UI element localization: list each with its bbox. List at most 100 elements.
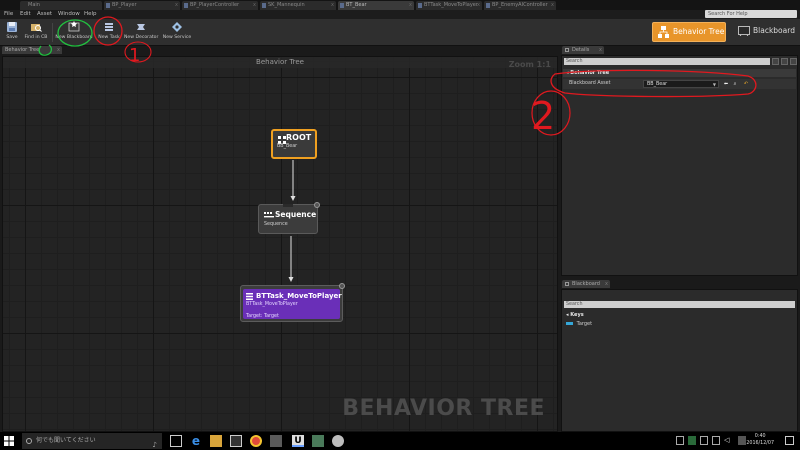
node-index-badge <box>339 283 345 289</box>
find-in-cb-button[interactable]: Find in CB <box>24 21 48 45</box>
save-label: Save <box>6 35 18 40</box>
category-label: Keys <box>570 312 584 318</box>
tray-icon[interactable] <box>676 436 684 445</box>
close-icon[interactable]: x <box>253 1 256 10</box>
tab-bp-player[interactable]: BP_Player x <box>104 1 180 10</box>
property-label: Blackboard Asset <box>569 81 611 86</box>
network-icon[interactable] <box>712 436 720 445</box>
menu-asset[interactable]: Asset <box>37 11 52 18</box>
reset-icon[interactable]: ↶ <box>743 81 749 87</box>
tab-bt-bear[interactable]: BT_Bear x <box>338 1 414 10</box>
blackboard-panel-tab[interactable]: Blackboard x <box>562 280 610 288</box>
new-task-icon <box>105 23 113 31</box>
photos-icon[interactable] <box>312 435 324 447</box>
close-icon[interactable]: x <box>175 1 178 10</box>
tab-bp-enemyaicontroller[interactable]: BP_EnemyAIController x <box>484 1 556 10</box>
volume-icon[interactable]: ◁ <box>724 436 732 445</box>
unreal-engine-icon[interactable]: U <box>292 435 304 447</box>
blueprint-icon <box>418 3 422 8</box>
graph-title: Behavior Tree <box>3 57 557 68</box>
taskbar-clock[interactable]: 0:40 2016/12/07 <box>746 433 774 447</box>
blackboard-panel: Search ◂ Keys Target <box>561 289 798 432</box>
new-service-icon <box>172 22 182 32</box>
tab-label: SK_Mannequin <box>268 2 305 8</box>
root-node-title: ROOT <box>286 133 312 142</box>
new-task-label: New Task <box>98 35 120 40</box>
eye-icon[interactable] <box>790 58 797 65</box>
tab-bttask-movetoplayer[interactable]: BTTask_MoveToPlayer x <box>416 1 482 10</box>
view-grid-icon[interactable] <box>781 58 788 65</box>
close-icon[interactable]: x <box>605 280 608 288</box>
close-icon[interactable]: x <box>57 46 60 54</box>
blackboard-mode-label: Blackboard <box>753 26 795 35</box>
details-panel-tab[interactable]: Details x <box>562 46 604 54</box>
behavior-tree-category[interactable]: ◂ Behavior Tree <box>563 69 796 77</box>
windows-start-icon[interactable] <box>4 436 14 446</box>
task-view-icon[interactable] <box>170 435 182 447</box>
skeleton-icon <box>262 3 266 8</box>
ime-icon[interactable] <box>738 436 746 445</box>
root-node[interactable]: ROOT BB_Bear <box>271 129 317 159</box>
key-name: Target <box>576 321 593 327</box>
tray-icon[interactable] <box>688 436 696 445</box>
blackboard-search-input[interactable]: Search <box>564 301 795 308</box>
keys-category[interactable]: ◂ Keys <box>563 311 796 319</box>
close-icon[interactable]: x <box>477 1 480 10</box>
new-task-button[interactable]: New Task <box>98 21 120 45</box>
clock-time: 0:40 <box>754 434 766 439</box>
new-decorator-button[interactable]: New Decorator <box>124 21 158 45</box>
blackboard-icon <box>565 282 569 286</box>
behavior-tree-graph[interactable]: Behavior Tree Zoom 1:1 BEHAVIOR TREE <box>2 56 558 432</box>
blackboard-key-row[interactable]: Target <box>566 321 592 327</box>
tab-main[interactable]: Main <box>20 1 102 10</box>
use-selected-arrow-icon[interactable]: ⬅ <box>723 81 729 87</box>
behavior-tree-mode-button[interactable]: Behavior Tree <box>652 22 726 42</box>
menu-file[interactable]: File <box>4 11 13 18</box>
tab-sk-mannequin[interactable]: SK_Mannequin x <box>260 1 336 10</box>
tab-label: BP_EnemyAIController <box>492 2 548 8</box>
search-help-input[interactable]: Search For Help <box>705 10 797 18</box>
zoom-level: Zoom 1:1 <box>508 60 551 69</box>
details-icon <box>565 48 569 52</box>
task-node-subtitle: BTTask_MoveToPlayer <box>246 302 298 307</box>
action-center-icon[interactable] <box>785 436 794 445</box>
folder-search-icon <box>31 24 42 32</box>
behavior-tree-icon <box>658 26 669 38</box>
save-icon <box>7 22 17 32</box>
edge-browser-icon[interactable]: e <box>190 435 202 447</box>
behavior-tree-mode-label: Behavior Tree <box>673 27 725 36</box>
taskbar-search-input[interactable]: 何でも聞いてください ♪ <box>22 433 162 449</box>
menu-window[interactable]: Window <box>58 11 80 18</box>
task-node-title: BTTask_MoveToPlayer <box>256 292 342 300</box>
sequence-node-subtitle: Sequence <box>264 222 288 227</box>
browse-search-icon[interactable]: ⌕ <box>732 81 738 87</box>
task-node[interactable]: BTTask_MoveToPlayer BTTask_MoveToPlayer … <box>240 283 345 322</box>
file-explorer-icon[interactable] <box>210 435 222 447</box>
blackboard-asset-dropdown[interactable]: BB_Bear ▼ <box>643 80 719 88</box>
tab-label: Main <box>28 2 40 8</box>
app-icon[interactable] <box>332 435 344 447</box>
microphone-icon[interactable]: ♪ <box>153 437 157 450</box>
new-blackboard-button[interactable]: New Blackboard <box>55 21 93 45</box>
close-icon[interactable]: x <box>331 1 334 10</box>
details-search-input[interactable]: Search <box>564 58 770 65</box>
sequence-node[interactable]: Sequence Sequence <box>258 202 320 234</box>
new-service-button[interactable]: New Service <box>162 21 192 45</box>
document-tab-strip: Main BP_Player x BP_PlayerController x S… <box>0 0 800 10</box>
tab-bp-playercontroller[interactable]: BP_PlayerController x <box>182 1 258 10</box>
blueprint-icon <box>106 3 110 8</box>
chrome-icon[interactable] <box>250 435 262 447</box>
store-icon[interactable] <box>230 435 242 447</box>
tray-icon[interactable] <box>700 436 708 445</box>
close-icon[interactable]: x <box>409 1 412 10</box>
close-icon[interactable]: x <box>551 1 554 10</box>
input-pin[interactable] <box>283 204 293 207</box>
behavior-tree-panel-tab[interactable]: Behavior Tree x <box>2 46 62 54</box>
close-icon[interactable]: x <box>599 46 602 54</box>
blackboard-mode-button[interactable]: Blackboard <box>735 22 797 42</box>
menu-edit[interactable]: Edit <box>20 11 31 18</box>
save-button[interactable]: Save <box>3 21 21 45</box>
new-service-label: New Service <box>162 35 192 40</box>
menu-help[interactable]: Help <box>84 11 97 18</box>
app-icon[interactable] <box>270 435 282 447</box>
